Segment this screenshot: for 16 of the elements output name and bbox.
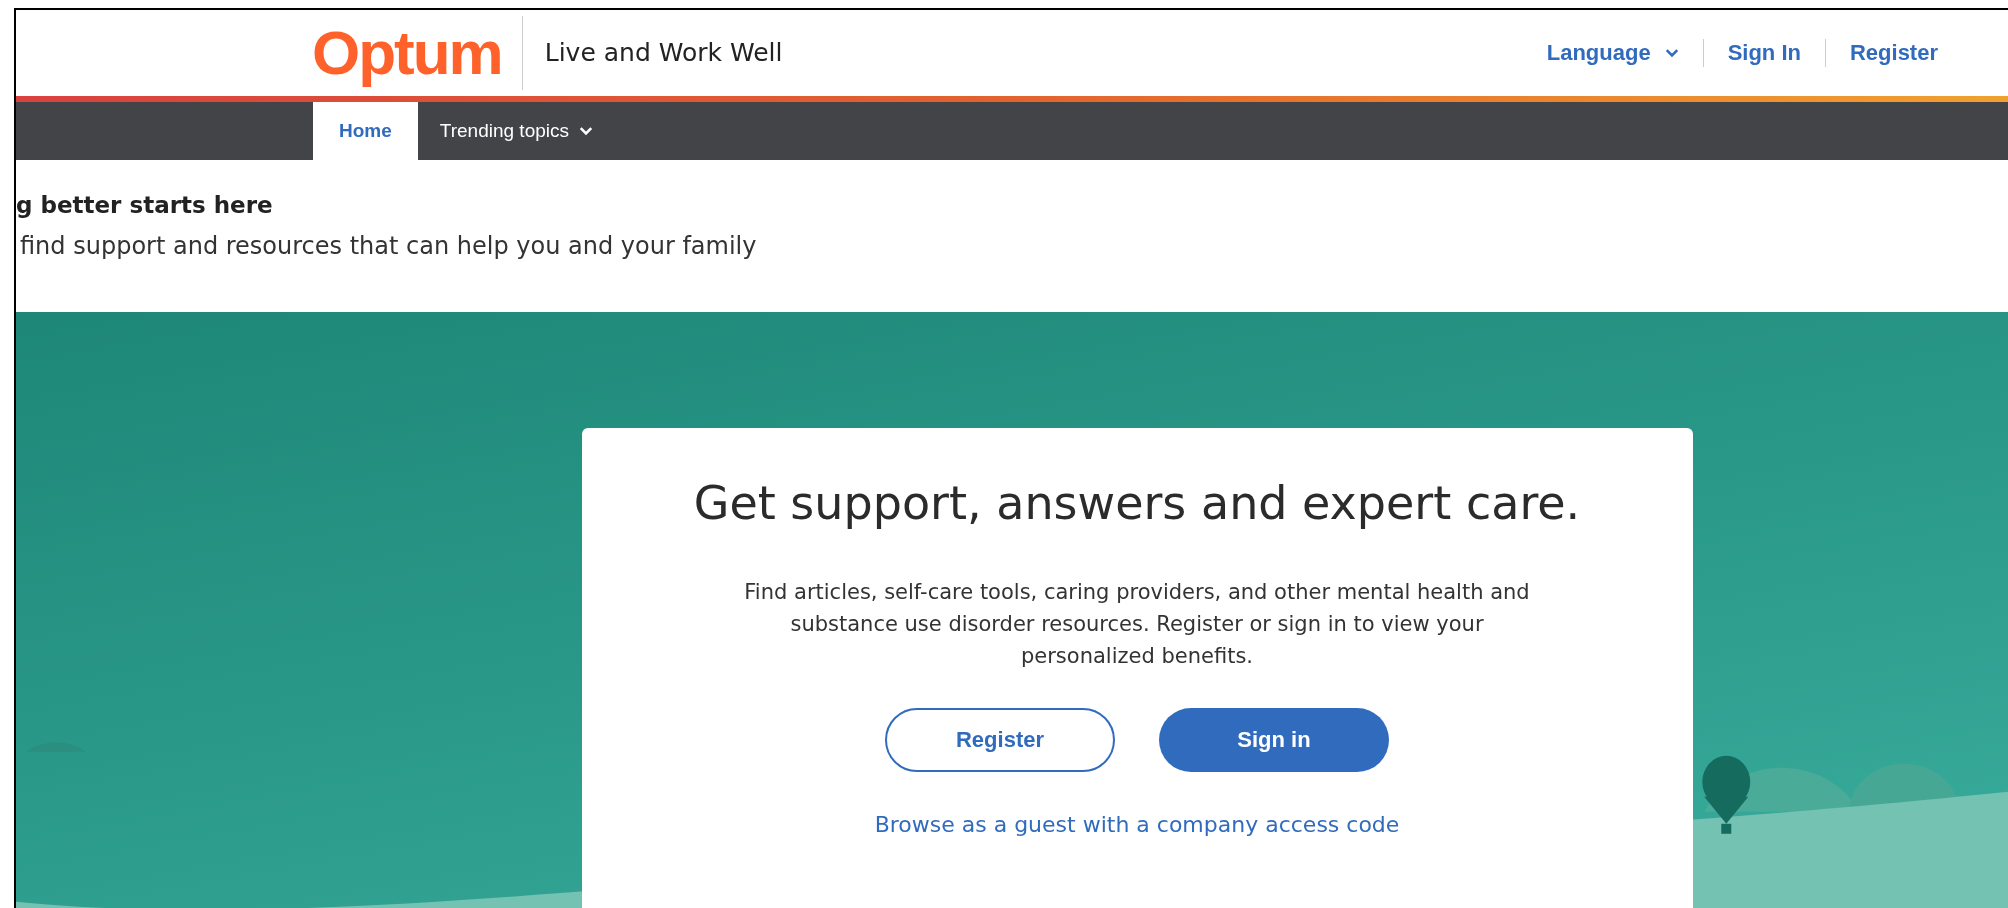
nav-tab[interactable]: Home xyxy=(313,102,418,160)
intro-subtitle: find support and resources that can help you and your family xyxy=(20,232,758,260)
optum-logo[interactable]: Optum xyxy=(312,15,523,91)
caret-icon xyxy=(1664,48,1679,58)
header-link[interactable]: Sign In xyxy=(1727,40,1801,66)
header-link[interactable]: Register xyxy=(1849,40,1938,66)
intro-heading: g better starts here xyxy=(16,192,274,218)
sign-in-button[interactable]: Sign in xyxy=(1159,708,1389,772)
language-dropdown[interactable]: Language xyxy=(1546,40,1679,66)
guest-access-link[interactable]: Browse as a guest with a company access code xyxy=(874,812,1400,837)
site-tagline: Live and Work Well xyxy=(544,38,783,68)
card-heading: Get support, answers and expert care. xyxy=(693,476,1581,530)
card-description: Find articles, self-care tools, caring providers, and other mental health and substance use disorder resources. Register or sign in to view your personalized benefits. xyxy=(743,579,1531,670)
nav-tab[interactable]: Trending topics xyxy=(417,102,615,160)
register-button[interactable]: Register xyxy=(885,708,1115,772)
caret-icon xyxy=(579,126,593,136)
